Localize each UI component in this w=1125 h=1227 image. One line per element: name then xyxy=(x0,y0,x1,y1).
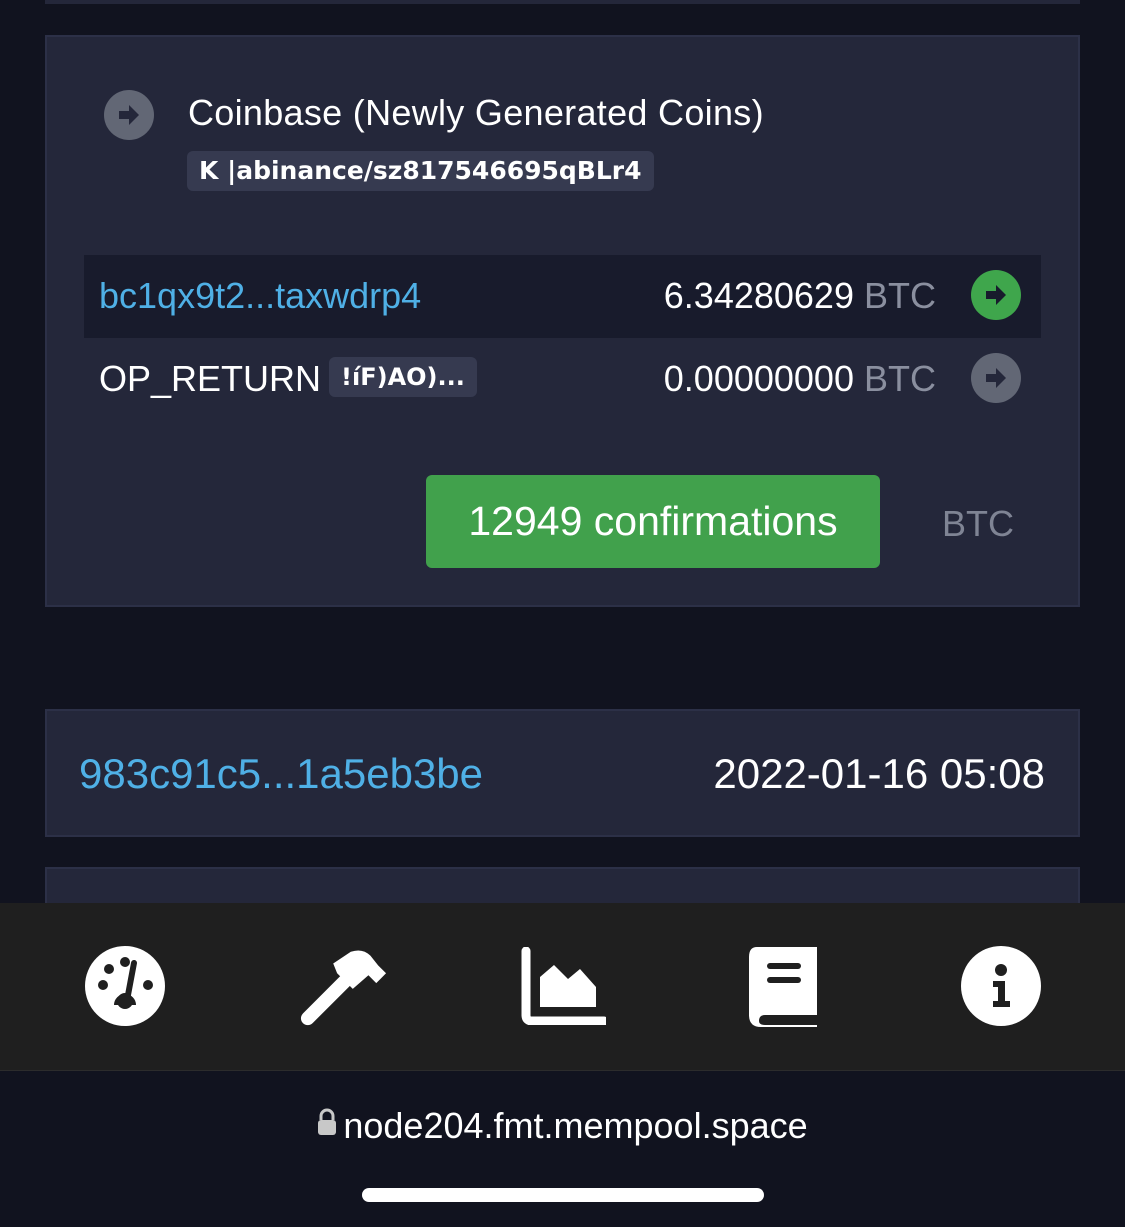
transaction-timestamp: 2022-01-16 05:08 xyxy=(713,750,1045,797)
output-amount-unit: BTC xyxy=(864,358,936,399)
op-return-text: OP_RETURN xyxy=(99,358,322,399)
bottom-nav-bar xyxy=(0,903,1125,1071)
coinbase-input-label: Coinbase (Newly Generated Coins) xyxy=(188,92,764,133)
output-address-link[interactable]: bc1qx9t2...taxwdrp4 xyxy=(99,275,421,317)
gauge-icon[interactable] xyxy=(80,941,170,1031)
output-amount-value: 6.34280629 xyxy=(663,275,854,316)
output-row: OP_RETURN !íF)AO)... 0.00000000 BTC xyxy=(84,338,1041,421)
browser-url-text: node204.fmt.mempool.space xyxy=(343,1105,808,1146)
area-chart-icon[interactable] xyxy=(518,941,608,1031)
previous-tx-card xyxy=(45,0,1080,4)
hammer-icon[interactable] xyxy=(298,941,388,1031)
transaction-id-link[interactable]: 983c91c5...1a5eb3be xyxy=(79,750,483,798)
output-amount: 6.34280629 BTC xyxy=(664,275,936,317)
output-amount-value: 0.00000000 xyxy=(663,358,854,399)
lock-icon xyxy=(317,1103,337,1145)
browser-url-bar[interactable]: node204.fmt.mempool.space xyxy=(0,1105,1125,1149)
coinbase-script-badge: K |abinance/sz817546695qBLr4 xyxy=(187,151,654,191)
total-unit-label: BTC xyxy=(942,503,1014,544)
confirmations-button[interactable]: 12949 confirmations xyxy=(426,475,880,568)
next-transaction-card xyxy=(45,867,1080,907)
output-amount-unit: BTC xyxy=(864,275,936,316)
book-icon[interactable] xyxy=(738,941,828,1031)
spent-output-arrow-icon[interactable] xyxy=(971,270,1021,320)
op-return-label: OP_RETURN !íF)AO)... xyxy=(99,357,477,401)
unspendable-output-arrow-icon xyxy=(971,353,1021,403)
home-indicator[interactable] xyxy=(362,1188,764,1202)
output-amount: 0.00000000 BTC xyxy=(664,358,936,400)
output-row: bc1qx9t2...taxwdrp4 6.34280629 BTC xyxy=(84,255,1041,338)
info-icon[interactable] xyxy=(956,941,1046,1031)
input-arrow-icon xyxy=(104,90,154,140)
op-return-data-badge: !íF)AO)... xyxy=(329,357,477,398)
